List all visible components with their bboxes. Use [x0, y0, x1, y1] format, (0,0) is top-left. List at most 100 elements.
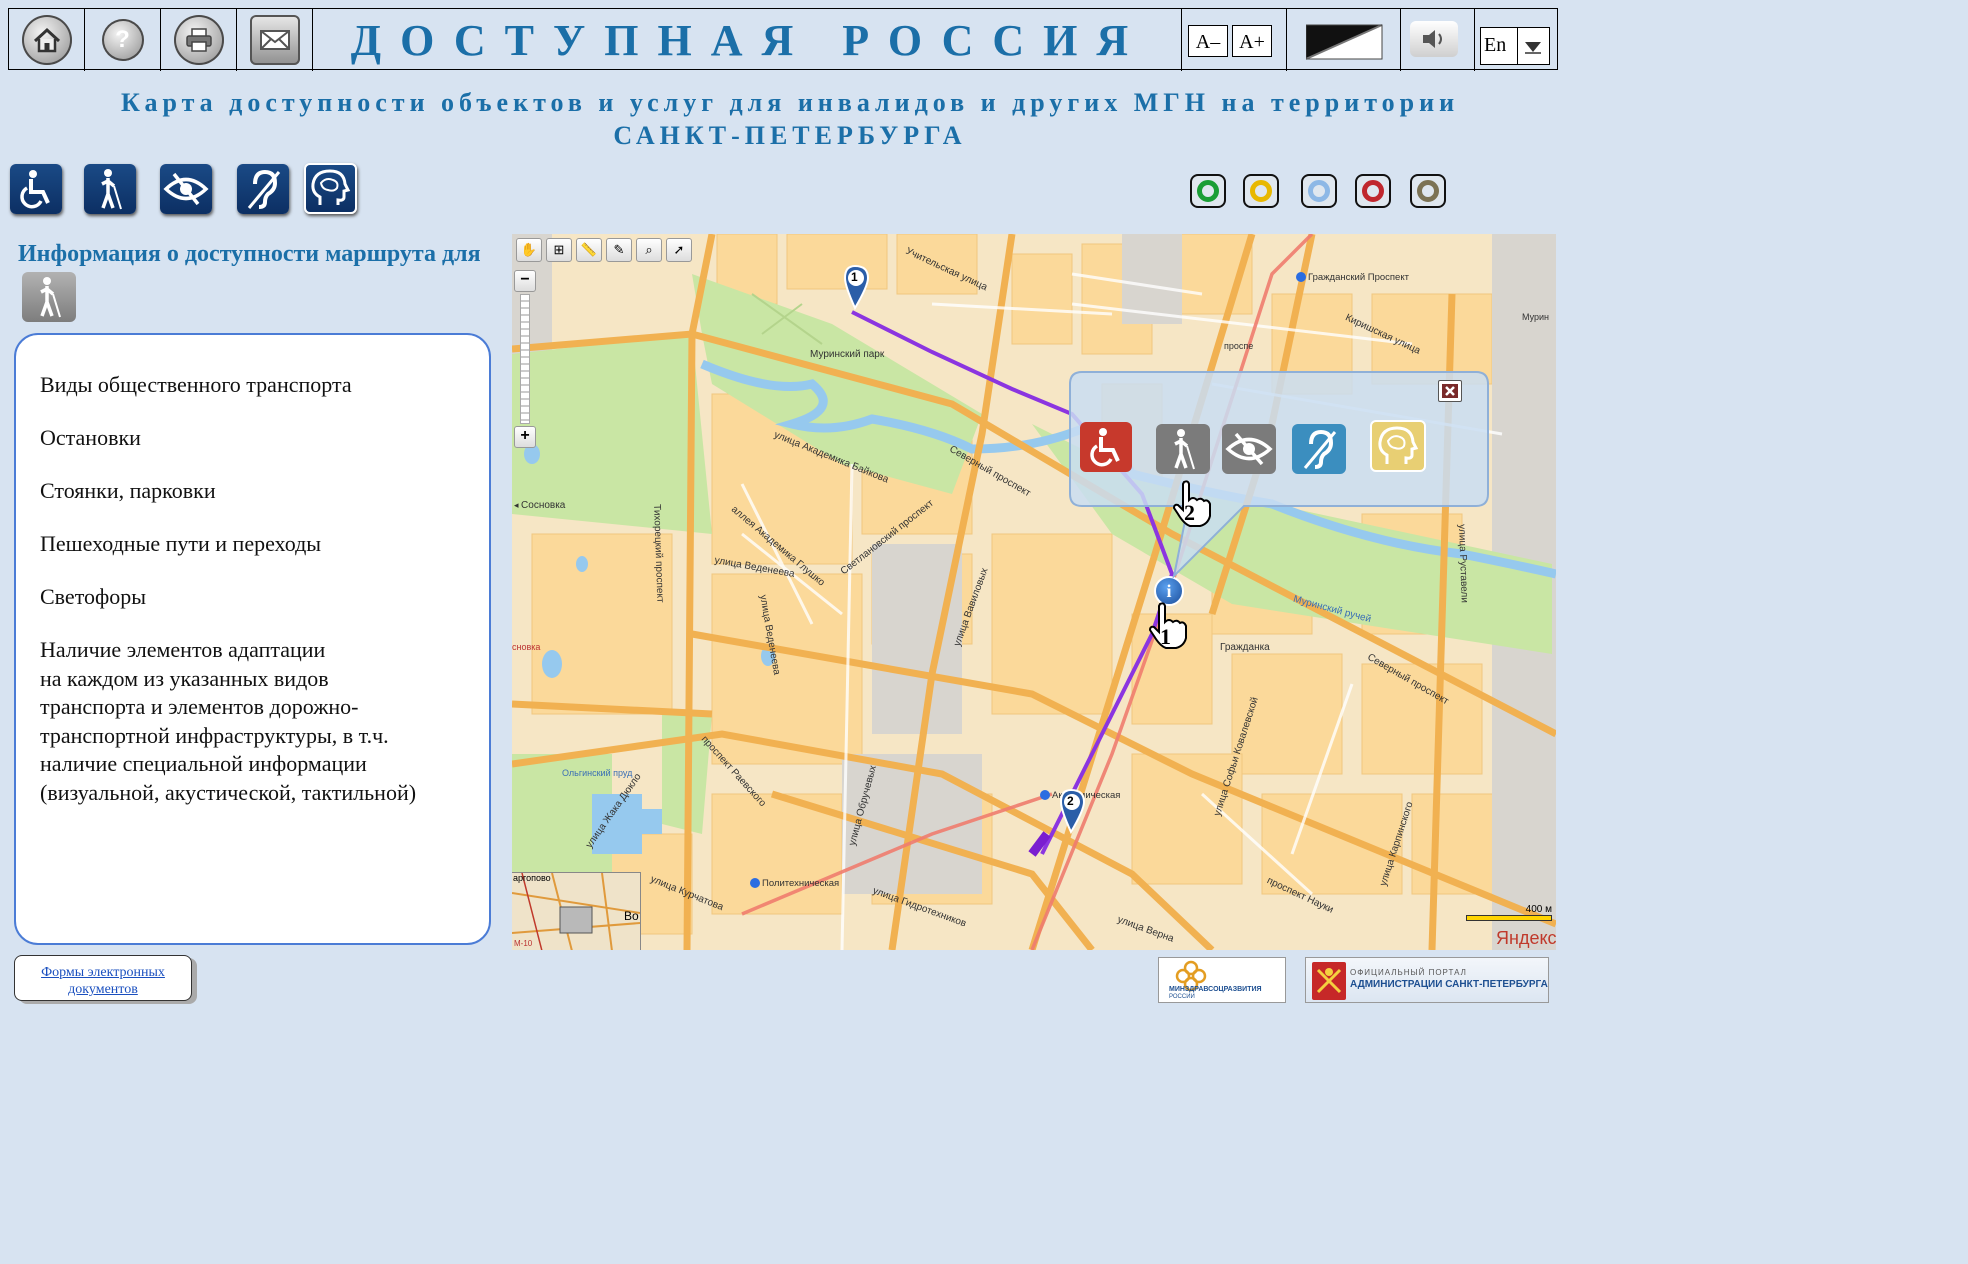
- map-label: улица Гидротехников: [871, 885, 968, 930]
- electronic-forms-link[interactable]: Формы электронных документов: [14, 955, 192, 1001]
- map-label: улица Академика Байкова: [772, 429, 891, 486]
- popup-close-button[interactable]: [1438, 380, 1462, 402]
- pointer-2-label: 2: [1184, 500, 1195, 525]
- brush-icon[interactable]: ✎: [606, 238, 632, 262]
- route-info-panel: Виды общественного транспорта Остановки …: [14, 333, 491, 945]
- map-label: проспект Науки: [1265, 875, 1335, 916]
- blind-person-icon: [1174, 429, 1195, 470]
- spb-logo-top-text: ОФИЦИАЛЬНЫЙ ПОРТАЛ: [1350, 968, 1467, 977]
- map-label: улица Софьи Ковалевской: [1212, 695, 1261, 818]
- hearing-impaired-icon: [1303, 429, 1337, 469]
- panel-item-stops: Остановки: [40, 425, 141, 450]
- map-label: Учительская улица: [903, 245, 989, 294]
- zoom-icon[interactable]: ⊞: [546, 238, 572, 262]
- route-start-marker[interactable]: 1: [842, 264, 872, 317]
- zoom-slider[interactable]: [520, 294, 530, 424]
- metro-grazhdansky-label: Гражданский Проспект: [1308, 272, 1409, 283]
- header-bar: ? ДОСТУПНАЯ РОССИЯ A– A+ En: [8, 8, 1559, 71]
- accessibility-controls: A– A+ En: [1181, 9, 1559, 71]
- language-value: En: [1484, 34, 1507, 56]
- printer-icon: [173, 15, 224, 65]
- map-label: улица Карпинского: [1378, 800, 1416, 888]
- blind-person-icon: [101, 169, 122, 210]
- popup-hearing-button[interactable]: [1292, 424, 1346, 474]
- map-label: Тихорецкий проспект: [651, 504, 666, 603]
- legend-lightblue[interactable]: [1301, 174, 1337, 208]
- legend-olive[interactable]: [1410, 174, 1446, 208]
- map-label: улица Вавиловых: [952, 566, 991, 648]
- popup-blind-button[interactable]: [1156, 424, 1210, 474]
- envelope-icon: [249, 15, 300, 65]
- paragraph-line: транспорта и элементов дорожно-: [40, 694, 359, 719]
- chevron-down-icon: [1525, 42, 1541, 54]
- cursor-icon[interactable]: ➚: [666, 238, 692, 262]
- map-label: Северный проспект: [947, 443, 1033, 500]
- close-icon: [1442, 384, 1458, 398]
- forms-line-2: документов: [68, 982, 138, 997]
- contrast-button[interactable]: [1305, 23, 1384, 66]
- paragraph-line: на каждом из указанных видов: [40, 665, 329, 691]
- minzdrav-logo-sub: РОССИИ: [1169, 994, 1195, 1000]
- spb-logo-main-text: АДМИНИСТРАЦИИ САНКТ-ПЕТЕРБУРГА: [1350, 979, 1548, 990]
- accessibility-popup: [1068, 370, 1490, 580]
- minimap-label: М-10: [514, 939, 533, 948]
- wheelchair-icon: [20, 170, 50, 209]
- legend-yellow[interactable]: [1243, 174, 1279, 208]
- map-label: Киришская улица: [1343, 312, 1422, 357]
- visually-impaired-icon: [1225, 432, 1273, 466]
- font-increase-button[interactable]: A+: [1232, 25, 1272, 57]
- category-hearing-button[interactable]: [237, 164, 289, 214]
- panel-adaptation-text: Наличие элементов адаптации на каждом из…: [40, 636, 416, 807]
- home-button[interactable]: [9, 9, 85, 71]
- category-visual-button[interactable]: [160, 164, 212, 214]
- spb-coat-of-arms-icon: [1312, 962, 1346, 1000]
- map-label: Гражданка: [1220, 642, 1270, 653]
- sound-button[interactable]: [1410, 21, 1458, 57]
- magnifier-icon[interactable]: ⌕: [636, 238, 662, 262]
- mental-impairment-icon: [1378, 426, 1419, 464]
- popup-wheelchair-button[interactable]: [1080, 422, 1132, 472]
- popup-visual-button[interactable]: [1222, 424, 1276, 474]
- map-label: улица Жака Дюкло: [584, 771, 644, 851]
- pointer-1-label: 1: [1160, 624, 1171, 649]
- metro-polytech-label: Политехническая: [762, 878, 840, 889]
- print-button[interactable]: [161, 9, 237, 71]
- language-select[interactable]: En: [1480, 27, 1550, 65]
- pointer-hand-1: 1: [1144, 600, 1190, 655]
- site-title: ДОСТУПНАЯ РОССИЯ: [350, 16, 1148, 65]
- minimap[interactable]: аргопово Во М-10: [512, 872, 641, 950]
- mail-button[interactable]: [237, 9, 313, 71]
- minzdrav-logo[interactable]: МИНЗДРАВСОЦРАЗВИТИЯ РОССИИ: [1158, 957, 1286, 1003]
- subtitle-line-1: Карта доступности объектов и услуг для и…: [120, 88, 1460, 117]
- map-toolbar: ✋ ⊞ 📏 ✎ ⌕ ➚: [516, 238, 692, 262]
- ruler-icon[interactable]: 📏: [576, 238, 602, 262]
- hand-icon[interactable]: ✋: [516, 238, 542, 262]
- category-blind-button[interactable]: [84, 164, 136, 214]
- paragraph-line: наличие специальной информации: [40, 751, 367, 776]
- yandex-logo: Яндекс: [1496, 928, 1556, 948]
- map-label: проспект Раевского: [698, 734, 768, 810]
- legend-green[interactable]: [1190, 174, 1226, 208]
- route-category-badge: [22, 272, 76, 322]
- zoom-control: − +: [514, 270, 536, 448]
- map-label: улица Обручевых: [847, 764, 879, 847]
- legend-red[interactable]: [1355, 174, 1391, 208]
- wheelchair-icon: [1090, 428, 1120, 467]
- help-button[interactable]: ?: [85, 9, 161, 71]
- category-mental-button[interactable]: [304, 163, 357, 214]
- route-end-marker[interactable]: 2: [1058, 788, 1088, 841]
- category-wheelchair-button[interactable]: [10, 164, 62, 214]
- popup-mental-button[interactable]: [1370, 420, 1426, 472]
- minzdrav-logo-text: МИНЗДРАВСОЦРАЗВИТИЯ: [1169, 986, 1262, 993]
- metro-label: Гражданский Проспект: [1296, 272, 1409, 283]
- mental-impairment-icon: [311, 169, 351, 205]
- zoom-in-button[interactable]: +: [514, 426, 536, 448]
- paragraph-line: транспортной инфраструктуры, в т.ч.: [40, 722, 389, 748]
- map-label: сновка: [512, 642, 541, 652]
- map-view[interactable]: проспе Учительская улица Гражданский Про…: [512, 234, 1556, 950]
- route-info-title-text: Информация о доступности маршрута для: [18, 241, 481, 267]
- font-decrease-button[interactable]: A–: [1188, 25, 1228, 57]
- zoom-out-button[interactable]: −: [514, 270, 536, 292]
- spb-portal-logo[interactable]: ОФИЦИАЛЬНЫЙ ПОРТАЛ АДМИНИСТРАЦИИ САНКТ-П…: [1305, 957, 1549, 1003]
- map-label: улица Курчатова: [648, 873, 725, 914]
